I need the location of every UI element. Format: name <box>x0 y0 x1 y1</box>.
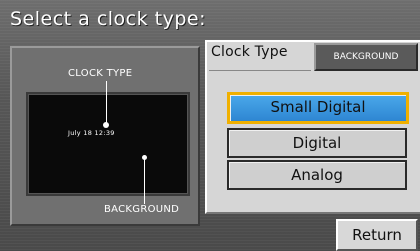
clock-type-pointer-dot <box>103 122 109 128</box>
background-pointer-dot <box>142 155 147 160</box>
tab-background[interactable]: BACKGROUND <box>314 43 418 71</box>
tab-underline <box>209 70 311 71</box>
preview-clock-text: July 18 12:39 <box>68 129 115 137</box>
background-pointer-line <box>144 158 145 204</box>
option-analog[interactable]: Analog <box>227 160 407 190</box>
preview-screen: July 18 12:39 <box>26 92 190 196</box>
clock-options-panel: Clock Type BACKGROUND Small Digital Digi… <box>205 40 420 214</box>
clock-type-label: CLOCK TYPE <box>68 68 133 79</box>
clock-type-pointer-line <box>106 81 107 125</box>
option-small-digital[interactable]: Small Digital <box>227 92 409 124</box>
background-label: BACKGROUND <box>104 204 180 215</box>
page-title: Select a clock type: <box>10 8 207 30</box>
tab-clock-type[interactable]: Clock Type <box>211 44 288 60</box>
return-button[interactable]: Return <box>336 219 418 251</box>
option-digital[interactable]: Digital <box>227 128 407 158</box>
clock-preview-panel: CLOCK TYPE July 18 12:39 BACKGROUND <box>10 46 200 226</box>
